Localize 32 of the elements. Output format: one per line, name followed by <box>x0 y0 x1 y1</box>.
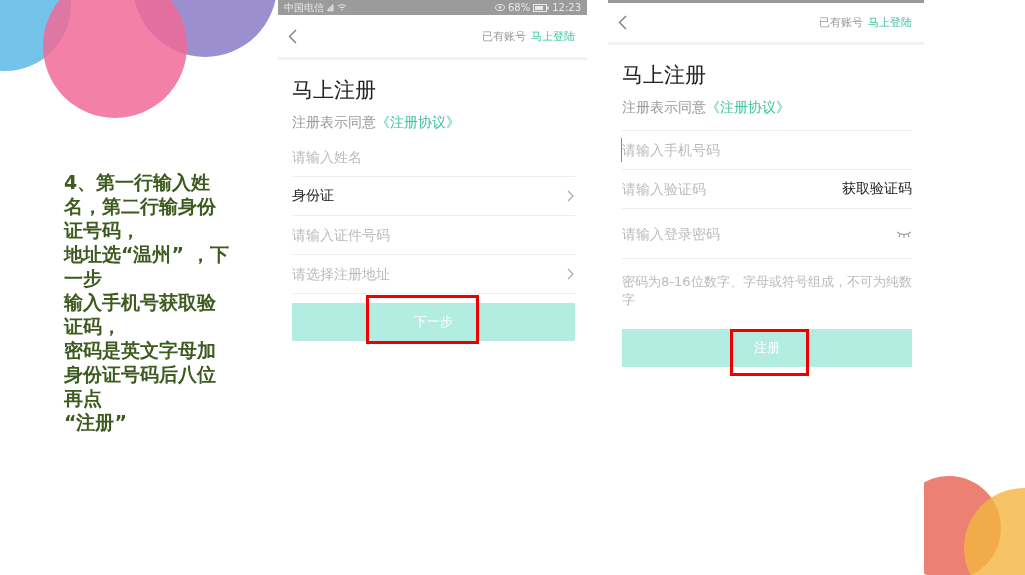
login-link[interactable]: 马上登陆 <box>868 15 912 30</box>
password-hint: 密码为8-16位数字、字母或符号组成，不可为纯数字 <box>622 273 912 309</box>
agreement-link[interactable]: 《注册协议》 <box>376 114 460 132</box>
account-prompt: 已有账号 <box>482 28 526 44</box>
agreement-link[interactable]: 《注册协议》 <box>706 99 790 117</box>
input-field[interactable]: 请选择注册地址 <box>290 262 567 286</box>
battery-icon <box>533 3 550 12</box>
battery-text: 68% <box>507 1 531 14</box>
instruction-text: 4、第一行输入姓名，第二行输身份证号码， 地址选“温州” ，下一步 输入手机号获取验证码， 密码是英文字母加身份证号码后八位再点 “注册” <box>64 170 230 434</box>
chevron-right-icon <box>567 268 575 280</box>
input-field[interactable]: 请输入证件号码 <box>290 223 575 247</box>
agreement-text: 注册表示同意 <box>622 99 706 117</box>
page-title: 马上注册 <box>292 77 377 104</box>
time-text: 12:23 <box>552 1 581 14</box>
back-icon[interactable] <box>288 28 297 44</box>
login-link[interactable]: 马上登陆 <box>531 28 575 44</box>
register-button[interactable]: 注册 <box>622 329 912 367</box>
input-field[interactable]: 请输入验证码 <box>620 177 842 201</box>
input-field[interactable]: 请输入姓名 <box>290 145 575 169</box>
eye-icon <box>494 4 505 11</box>
id-type-field[interactable]: 身份证 <box>290 184 567 208</box>
input-field[interactable]: 请输入登录密码 <box>620 221 896 246</box>
input-field[interactable]: 请输入手机号码 <box>620 138 912 162</box>
signal-wifi-icon <box>327 3 347 12</box>
page-title: 马上注册 <box>622 62 707 89</box>
account-prompt: 已有账号 <box>819 15 863 30</box>
back-icon[interactable] <box>618 15 627 30</box>
eye-closed-icon[interactable] <box>896 229 912 238</box>
agreement-text: 注册表示同意 <box>292 114 376 132</box>
carrier-text: 中国电信 <box>284 1 324 14</box>
chevron-right-icon <box>567 190 575 202</box>
get-code-button[interactable]: 获取验证码 <box>842 180 912 198</box>
